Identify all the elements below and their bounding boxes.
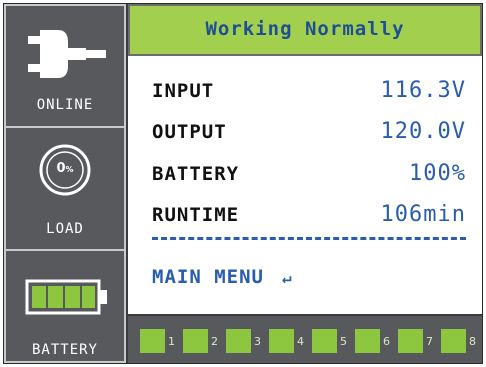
- outlet-icon: [441, 329, 466, 353]
- reading-value: 100%: [409, 161, 466, 186]
- online-indicator: ONLINE: [4, 4, 126, 128]
- outlet-1: 1: [140, 329, 182, 353]
- dashed-divider: [152, 237, 466, 240]
- online-label: ONLINE: [36, 97, 94, 113]
- outlet-number: 7: [426, 335, 433, 348]
- main-menu-label: MAIN MENU: [152, 266, 264, 288]
- outlet-icon: [183, 329, 208, 353]
- battery-label: BATTERY: [31, 342, 98, 358]
- outlet-number: 6: [383, 335, 390, 348]
- reading-key: BATTERY: [152, 163, 240, 185]
- outlet-number: 1: [168, 335, 175, 348]
- load-indicator: 0% LOAD: [4, 126, 126, 251]
- outlet-icon: [269, 329, 294, 353]
- outlet-number: 2: [211, 335, 218, 348]
- outlet-8: 8: [441, 329, 483, 353]
- reading-row-battery: BATTERY 100%: [152, 161, 466, 191]
- outlet-number: 3: [254, 335, 261, 348]
- load-value: 0%: [56, 161, 74, 176]
- enter-icon: ↵: [281, 268, 293, 287]
- reading-row-runtime: RUNTIME 106min: [152, 202, 466, 232]
- ups-lcd-screen: ONLINE 0% LOAD BATTERY Working Normally …: [3, 3, 483, 364]
- reading-value: 106min: [380, 202, 466, 227]
- reading-value: 116.3V: [380, 78, 466, 103]
- reading-value: 120.0V: [380, 119, 466, 144]
- status-sidebar: ONLINE 0% LOAD BATTERY: [4, 4, 128, 363]
- reading-row-input: INPUT 116.3V: [152, 78, 466, 108]
- main-panel: Working Normally INPUT 116.3V OUTPUT 120…: [128, 4, 482, 314]
- outlet-4: 4: [269, 329, 311, 353]
- outlet-icon: [398, 329, 423, 353]
- reading-key: OUTPUT: [152, 121, 227, 143]
- battery-full-icon: [25, 279, 107, 315]
- battery-indicator: BATTERY: [4, 249, 126, 363]
- outlet-bar: 1 2 3 4 5 6 7 8: [128, 316, 482, 363]
- outlet-number: 5: [340, 335, 347, 348]
- outlet-5: 5: [312, 329, 354, 353]
- status-bar: Working Normally: [128, 4, 482, 56]
- outlet-2: 2: [183, 329, 225, 353]
- outlet-number: 4: [297, 335, 304, 348]
- load-label: LOAD: [46, 221, 84, 237]
- outlet-icon: [140, 329, 165, 353]
- outlet-6: 6: [355, 329, 397, 353]
- reading-key: INPUT: [152, 80, 215, 102]
- outlet-icon: [226, 329, 251, 353]
- outlet-icon: [312, 329, 337, 353]
- power-plug-icon: [28, 30, 106, 78]
- outlet-7: 7: [398, 329, 440, 353]
- main-menu-button[interactable]: MAIN MENU ↵: [152, 266, 293, 288]
- reading-key: RUNTIME: [152, 204, 240, 226]
- outlet-icon: [355, 329, 380, 353]
- status-text: Working Normally: [205, 18, 405, 40]
- reading-row-output: OUTPUT 120.0V: [152, 119, 466, 149]
- outlet-number: 8: [469, 335, 476, 348]
- outlet-3: 3: [226, 329, 268, 353]
